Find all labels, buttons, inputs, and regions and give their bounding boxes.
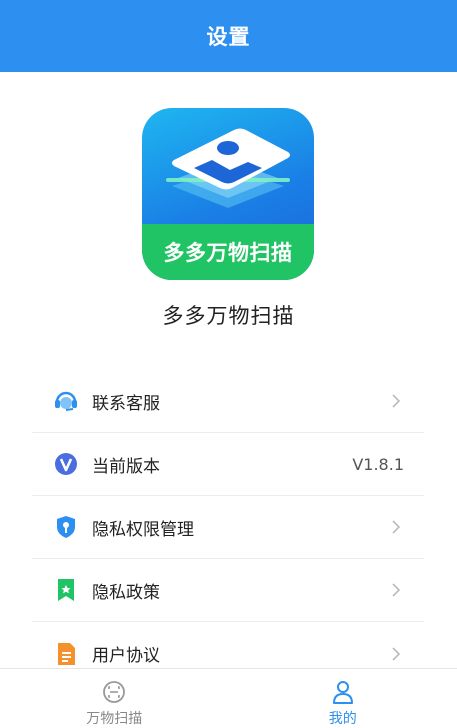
header-bar: 设置 <box>0 0 457 72</box>
scan-icon <box>103 681 126 703</box>
app-logo-text: 多多万物扫描 <box>163 241 293 265</box>
app-logo-banner: 多多万物扫描 <box>142 224 314 280</box>
chevron-right-icon <box>392 646 401 661</box>
page-title: 设置 <box>206 25 251 49</box>
tab-scan[interactable]: 万物扫描 <box>0 669 229 728</box>
version-icon <box>52 450 80 478</box>
menu-item-label: 隐私政策 <box>92 582 160 603</box>
user-agreement-icon <box>52 640 80 668</box>
tab-label: 我的 <box>328 711 357 727</box>
bottom-tab-bar: 万物扫描 我的 <box>0 668 457 728</box>
menu-item-label: 隐私权限管理 <box>92 519 194 540</box>
chevron-right-icon <box>392 394 401 408</box>
customer-service-icon <box>52 387 80 415</box>
menu-item-privacy-policy[interactable]: 隐私政策 <box>32 559 424 622</box>
app-name: 多多万物扫描 <box>162 304 295 328</box>
app-logo: 多多万物扫描 <box>142 108 314 280</box>
menu-item-privacy-permission[interactable]: 隐私权限管理 <box>32 496 424 559</box>
chevron-right-icon <box>392 520 401 534</box>
menu-item-version[interactable]: 当前版本 V1.8.1 <box>32 433 424 496</box>
tab-label: 万物扫描 <box>86 711 143 727</box>
scan-card-icon <box>166 128 290 208</box>
chevron-right-icon <box>392 583 401 597</box>
menu-item-customer-service[interactable]: 联系客服 <box>32 370 424 433</box>
version-value: V1.8.1 <box>352 454 404 474</box>
tab-mine[interactable]: 我的 <box>229 669 457 728</box>
settings-menu: 联系客服 当前版本 V1.8.1 隐私权限管理 隐私政策 用户协议 <box>32 370 424 685</box>
menu-item-label: 当前版本 <box>92 456 160 477</box>
privacy-policy-icon <box>52 576 80 604</box>
privacy-permission-icon <box>52 513 80 541</box>
menu-item-label: 用户协议 <box>92 646 160 666</box>
menu-item-label: 联系客服 <box>92 393 160 414</box>
user-icon <box>332 681 353 704</box>
